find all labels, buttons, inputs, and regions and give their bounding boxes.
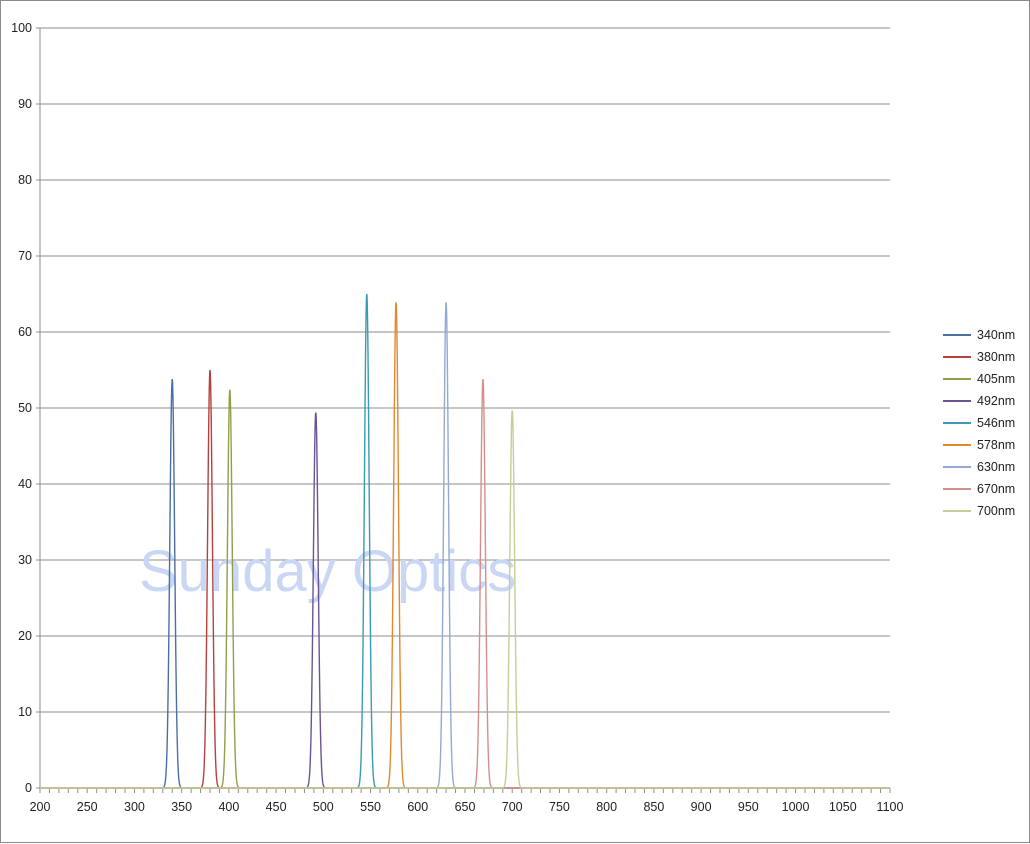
x-tick-label: 750	[549, 800, 570, 814]
x-tick-label: 850	[643, 800, 664, 814]
legend: 340nm 380nm 405nm 492nm 546nm 578nm 630nm 670nm…	[943, 328, 1015, 518]
y-tick-label: 20	[18, 629, 32, 643]
x-tick-label: 300	[124, 800, 145, 814]
x-tick-label: 550	[360, 800, 381, 814]
x-tick-label: 500	[313, 800, 334, 814]
x-tick-label: 1000	[782, 800, 810, 814]
x-tick-label: 1050	[829, 800, 857, 814]
x-tick-label: 400	[218, 800, 239, 814]
y-tick-label: 40	[18, 477, 32, 491]
legend-label: 405nm	[977, 372, 1015, 386]
legend-label: 630nm	[977, 460, 1015, 474]
x-tick-label: 700	[502, 800, 523, 814]
y-tick-label: 90	[18, 97, 32, 111]
legend-label: 578nm	[977, 438, 1015, 452]
x-tick-label: 250	[77, 800, 98, 814]
y-tick-label: 80	[18, 173, 32, 187]
y-tick-label: 60	[18, 325, 32, 339]
y-tick-label: 70	[18, 249, 32, 263]
y-tick-label: 10	[18, 705, 32, 719]
legend-label: 492nm	[977, 394, 1015, 408]
x-tick-label: 1100	[877, 800, 904, 814]
y-tick-label: 0	[25, 781, 32, 795]
legend-label: 340nm	[977, 328, 1015, 342]
axes: 0 10 20 30 40 50 60 70 80 90 100 200 250 300 350 400 450…	[11, 21, 903, 814]
gridlines	[40, 27, 890, 713]
y-tick-label: 100	[11, 21, 32, 35]
y-tick-label: 30	[18, 553, 32, 567]
legend-label: 670nm	[977, 482, 1015, 496]
chart-frame: 0 10 20 30 40 50 60 70 80 90 100 200 250 300 350 400 450…	[0, 0, 1030, 843]
x-tick-label: 600	[407, 800, 428, 814]
filter-transmission-chart: 0 10 20 30 40 50 60 70 80 90 100 200 250 300 350 400 450…	[11, 21, 1015, 814]
x-tick-label: 200	[30, 800, 51, 814]
legend-label: 380nm	[977, 350, 1015, 364]
x-tick-label: 800	[596, 800, 617, 814]
watermark-text: Sunday Optics	[139, 539, 516, 604]
legend-label: 700nm	[977, 504, 1015, 518]
x-tick-label: 650	[455, 800, 476, 814]
y-tick-label: 50	[18, 401, 32, 415]
x-tick-label: 950	[738, 800, 759, 814]
x-tick-label: 450	[266, 800, 287, 814]
x-tick-label: 350	[171, 800, 192, 814]
x-tick-label: 900	[691, 800, 712, 814]
legend-label: 546nm	[977, 416, 1015, 430]
